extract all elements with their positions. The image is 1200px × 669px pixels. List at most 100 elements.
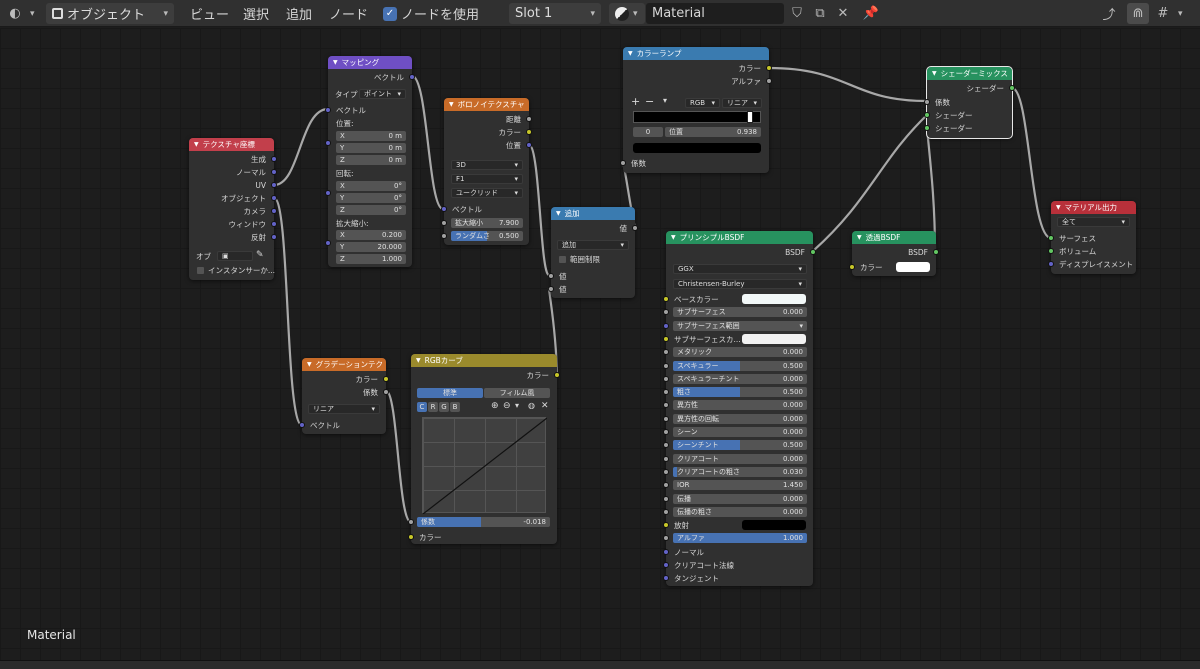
socket-input[interactable] bbox=[663, 496, 669, 502]
bsdf-value-field[interactable]: メタリック 0.000 bbox=[673, 347, 807, 357]
socket-input[interactable] bbox=[663, 389, 669, 395]
eyedropper-icon[interactable]: ✎ bbox=[256, 250, 264, 260]
node-canvas[interactable] bbox=[0, 28, 1200, 660]
socket-input[interactable] bbox=[663, 363, 669, 369]
socket-input[interactable] bbox=[663, 402, 669, 408]
socket-generated[interactable] bbox=[271, 156, 277, 162]
socket-value-in-1[interactable] bbox=[548, 273, 554, 279]
clip-icon[interactable]: ◍ bbox=[528, 401, 535, 410]
color-stop-handle[interactable] bbox=[747, 111, 753, 123]
node-texture-coordinate[interactable]: ▼ テクスチャ座標 生成 ノーマル UV オブジェクト カメラ ウィンドウ 反射 … bbox=[189, 138, 277, 280]
node-header[interactable]: ▼ 追加 bbox=[551, 207, 635, 220]
socket-input[interactable] bbox=[663, 349, 669, 355]
collapse-arrow-icon[interactable]: ▼ bbox=[416, 357, 421, 364]
node-mix-shader[interactable]: ▼ シェーダーミックス シェーダー 係数 シェーダー シェーダー bbox=[924, 66, 1015, 139]
color-swatch[interactable] bbox=[742, 520, 806, 530]
scale-x-field[interactable]: X 0.200 bbox=[336, 230, 406, 240]
snap-options-button[interactable]: # ▾ bbox=[1152, 3, 1183, 24]
location-x-field[interactable]: X 0 m bbox=[336, 131, 406, 141]
node-mapping[interactable]: ▼ マッピング ベクトル タイプ ポイント ▾ ベクトル 位置: X 0 m Y 0 m… bbox=[325, 56, 415, 267]
menu-select[interactable]: 選択 bbox=[243, 3, 269, 24]
scale-y-field[interactable]: Y 20.000 bbox=[336, 242, 406, 252]
scale-z-field[interactable]: Z 1.000 bbox=[336, 254, 406, 264]
node-header[interactable]: ▼ シェーダーミックス bbox=[927, 67, 1012, 80]
socket-scale-in[interactable] bbox=[441, 220, 447, 226]
scale-field[interactable]: 拡大縮小 7.900 bbox=[451, 218, 523, 228]
bsdf-value-field[interactable]: IOR 1.450 bbox=[673, 480, 807, 490]
node-header[interactable]: ▼ カラーランプ bbox=[623, 47, 769, 60]
menu-view[interactable]: ビュー bbox=[190, 3, 229, 24]
duplicate-material-button[interactable]: ⧉ bbox=[809, 3, 831, 24]
bsdf-vector-dropdown[interactable]: サブサーフェス範囲 ▾ bbox=[673, 321, 807, 331]
socket-input[interactable] bbox=[663, 429, 669, 435]
node-header[interactable]: ▼ 透過BSDF bbox=[852, 231, 936, 244]
object-mode-dropdown[interactable]: オブジェクト ▾ bbox=[46, 3, 174, 24]
fake-user-button[interactable]: ⛉ bbox=[786, 3, 808, 24]
operation-dropdown[interactable]: 追加 ▾ bbox=[557, 240, 629, 250]
collapse-arrow-icon[interactable]: ▼ bbox=[556, 210, 561, 217]
bsdf-value-field[interactable]: 伝播の粗さ 0.000 bbox=[673, 507, 807, 517]
object-picker[interactable]: ▣ bbox=[217, 251, 253, 261]
add-stop-icon[interactable]: + bbox=[631, 95, 640, 108]
socket-vector-in[interactable] bbox=[299, 422, 305, 428]
node-math-add[interactable]: ▼ 追加 値 追加 ▾ 範囲制限 値 値 bbox=[548, 207, 638, 298]
editor-type-button[interactable]: ◐ ▾ bbox=[4, 3, 34, 24]
node-header[interactable]: ▼ テクスチャ座標 bbox=[189, 138, 274, 151]
node-gradient-texture[interactable]: ▼ グラデーションテク カラー 係数 リニア ▾ ベクトル bbox=[299, 358, 389, 434]
chevron-down-icon[interactable]: ▾ bbox=[515, 401, 519, 410]
socket-fac[interactable] bbox=[383, 389, 389, 395]
color-swatch[interactable] bbox=[742, 294, 806, 304]
location-z-field[interactable]: Z 0 m bbox=[336, 155, 406, 165]
socket-location[interactable] bbox=[325, 140, 331, 146]
render-target-dropdown[interactable]: 全て ▾ bbox=[1057, 217, 1130, 227]
node-rgb-curves[interactable]: ▼ RGBカーブ カラー 標準 フィルム風 C R G B ⊕ ⊖ ▾ ◍ ✕ 係… bbox=[408, 354, 560, 544]
unlink-material-button[interactable]: ✕ bbox=[832, 3, 854, 24]
socket-value-in-2[interactable] bbox=[548, 286, 554, 292]
subsurface-method-dropdown[interactable]: Christensen-Burley ▾ bbox=[673, 279, 807, 289]
channel-c-button[interactable]: C bbox=[417, 402, 427, 412]
node-header[interactable]: ▼ ボロノイテクスチャ bbox=[444, 98, 529, 111]
snap-toggle[interactable]: ⋒ bbox=[1127, 3, 1149, 24]
socket-bsdf-out[interactable] bbox=[933, 249, 939, 255]
chevron-down-icon[interactable]: ▾ bbox=[663, 96, 667, 105]
socket-scale[interactable] bbox=[325, 240, 331, 246]
bsdf-value-field[interactable]: シーン 0.000 bbox=[673, 427, 807, 437]
socket-color-out[interactable] bbox=[554, 372, 560, 378]
socket-color-out[interactable] bbox=[766, 65, 772, 71]
bsdf-value-field[interactable]: サブサーフェス 0.000 bbox=[673, 307, 807, 317]
collapse-arrow-icon[interactable]: ▼ bbox=[449, 101, 454, 108]
tab-standard[interactable]: 標準 bbox=[417, 388, 483, 398]
socket-input[interactable] bbox=[663, 416, 669, 422]
socket-volume-in[interactable] bbox=[1048, 248, 1054, 254]
socket-distance[interactable] bbox=[526, 116, 532, 122]
socket-position[interactable] bbox=[526, 142, 532, 148]
use-nodes-toggle[interactable]: ✓ ノードを使用 bbox=[383, 3, 479, 24]
socket-color-in[interactable] bbox=[849, 264, 855, 270]
menu-node[interactable]: ノード bbox=[329, 3, 368, 24]
collapse-arrow-icon[interactable]: ▼ bbox=[671, 234, 676, 241]
stop-position-field[interactable]: 位置 0.938 bbox=[665, 127, 761, 137]
stop-color-swatch[interactable] bbox=[633, 143, 761, 153]
node-header[interactable]: ▼ マッピング bbox=[328, 56, 412, 69]
close-icon[interactable]: ✕ bbox=[541, 401, 549, 411]
zoom-out-icon[interactable]: ⊖ bbox=[503, 401, 511, 411]
color-mode-dropdown[interactable]: RGB ▾ bbox=[685, 98, 720, 108]
bsdf-value-field[interactable]: シーンチント 0.500 bbox=[673, 440, 807, 450]
node-transparent-bsdf[interactable]: ▼ 透過BSDF BSDF カラー bbox=[849, 231, 939, 276]
menu-add[interactable]: 追加 bbox=[286, 3, 312, 24]
bsdf-value-field[interactable]: スペキュラーチント 0.000 bbox=[673, 374, 807, 384]
socket-input[interactable] bbox=[663, 376, 669, 382]
socket-input[interactable] bbox=[663, 442, 669, 448]
socket-window[interactable] bbox=[271, 221, 277, 227]
mapping-type-dropdown[interactable]: ポイント ▾ bbox=[359, 89, 406, 99]
pin-button[interactable]: 📌 bbox=[860, 3, 882, 24]
node-header[interactable]: ▼ プリンシプルBSDF bbox=[666, 231, 813, 244]
rotation-z-field[interactable]: Z 0° bbox=[336, 205, 406, 215]
socket-vector-out[interactable] bbox=[409, 74, 415, 80]
node-header[interactable]: ▼ マテリアル出力 bbox=[1051, 201, 1136, 214]
zoom-in-icon[interactable]: ⊕ bbox=[491, 401, 499, 411]
dimensions-dropdown[interactable]: 3D ▾ bbox=[451, 160, 523, 170]
color-swatch[interactable] bbox=[742, 334, 806, 344]
rotation-y-field[interactable]: Y 0° bbox=[336, 193, 406, 203]
node-principled-bsdf[interactable]: ▼ プリンシプルBSDF BSDF GGX ▾ Christensen-Burley… bbox=[663, 231, 816, 586]
